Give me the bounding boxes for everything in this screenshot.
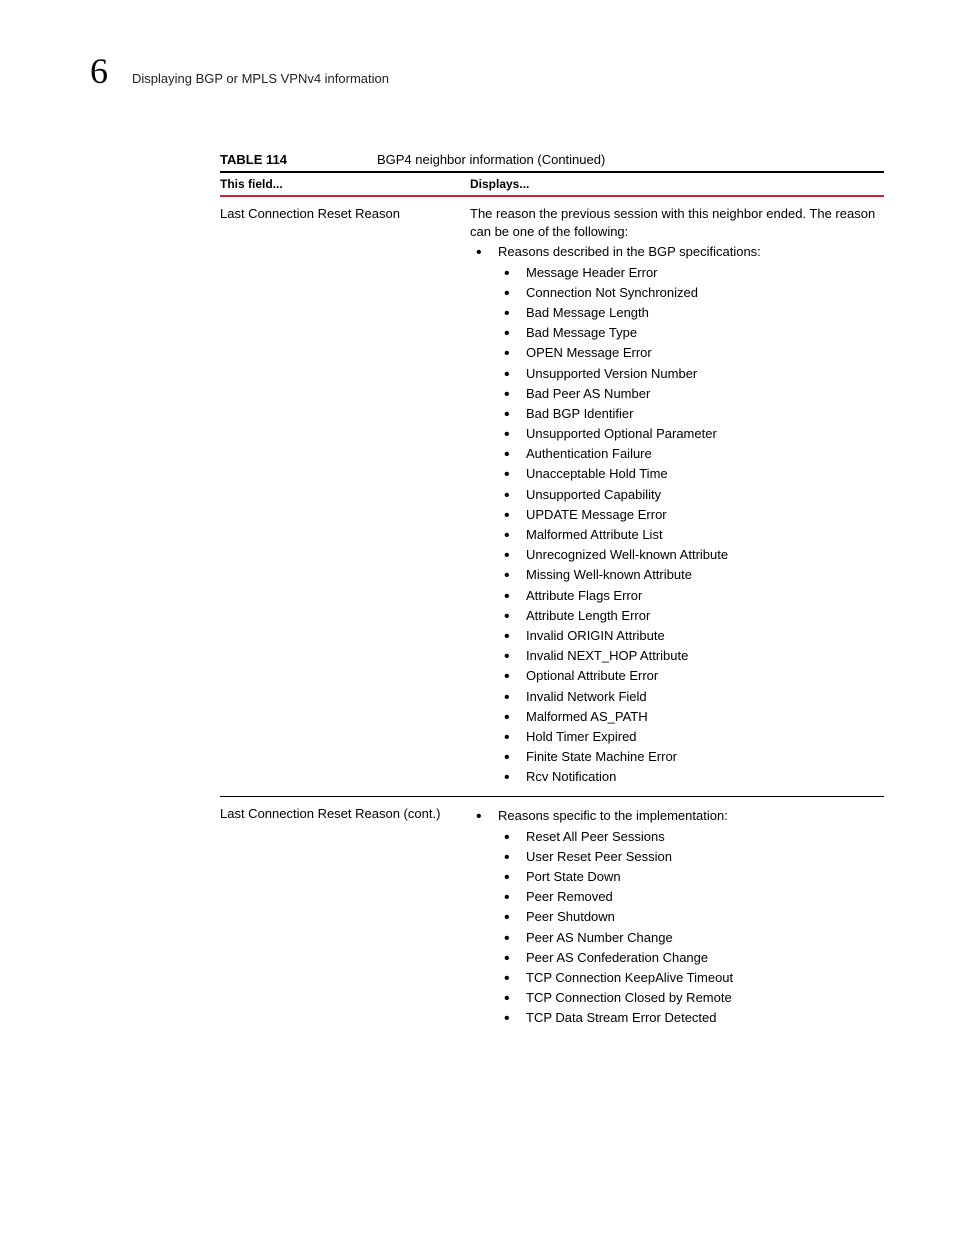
list-item: Optional Attribute Error [498, 667, 884, 685]
list-item: Attribute Flags Error [498, 587, 884, 605]
running-title: Displaying BGP or MPLS VPNv4 information [132, 71, 389, 86]
list-item: Peer AS Confederation Change [498, 949, 884, 967]
table-title: BGP4 neighbor information (Continued) [377, 152, 605, 167]
table-label: TABLE 114 [220, 152, 287, 167]
list-item: Attribute Length Error [498, 607, 884, 625]
bullet-list: Message Header Error Connection Not Synch… [498, 264, 884, 787]
list-item: Hold Timer Expired [498, 728, 884, 746]
page: 6 Displaying BGP or MPLS VPNv4 informati… [0, 0, 954, 1088]
list-item: Bad Message Type [498, 324, 884, 342]
list-item: Invalid Network Field [498, 688, 884, 706]
field-description: The reason the previous session with thi… [470, 205, 884, 786]
list-item: Unsupported Capability [498, 486, 884, 504]
list-item: Connection Not Synchronized [498, 284, 884, 302]
table-block: TABLE 114 BGP4 neighbor information (Con… [220, 152, 884, 1038]
description-intro: The reason the previous session with thi… [470, 205, 884, 241]
bullet-list: Reasons described in the BGP specificati… [470, 243, 884, 786]
bullet-list: Reset All Peer Sessions User Reset Peer S… [498, 828, 884, 1028]
list-item: UPDATE Message Error [498, 506, 884, 524]
list-item: Malformed AS_PATH [498, 708, 884, 726]
list-item: TCP Connection KeepAlive Timeout [498, 969, 884, 987]
list-item-text: Reasons specific to the implementation: [498, 808, 728, 823]
table-caption: TABLE 114 BGP4 neighbor information (Con… [220, 152, 884, 173]
list-item: Unacceptable Hold Time [498, 465, 884, 483]
list-item: Rcv Notification [498, 768, 884, 786]
list-item: TCP Connection Closed by Remote [498, 989, 884, 1007]
list-item-text: Reasons described in the BGP specificati… [498, 244, 761, 259]
list-item: Peer Shutdown [498, 908, 884, 926]
list-item: Bad Message Length [498, 304, 884, 322]
list-item: Invalid NEXT_HOP Attribute [498, 647, 884, 665]
list-item: Reset All Peer Sessions [498, 828, 884, 846]
table-row: Last Connection Reset ReasonThe reason t… [220, 197, 884, 797]
list-item: Reasons specific to the implementation: R… [470, 807, 884, 1027]
col-header-displays: Displays... [470, 177, 884, 191]
list-item: Authentication Failure [498, 445, 884, 463]
table-body: Last Connection Reset ReasonThe reason t… [220, 197, 884, 1038]
list-item: Peer Removed [498, 888, 884, 906]
list-item: Unsupported Version Number [498, 365, 884, 383]
list-item: Message Header Error [498, 264, 884, 282]
page-header: 6 Displaying BGP or MPLS VPNv4 informati… [90, 50, 884, 92]
list-item: OPEN Message Error [498, 344, 884, 362]
field-name: Last Connection Reset Reason (cont.) [220, 805, 470, 1027]
list-item: Malformed Attribute List [498, 526, 884, 544]
col-header-field: This field... [220, 177, 470, 191]
list-item: Bad BGP Identifier [498, 405, 884, 423]
table-row: Last Connection Reset Reason (cont.)Reas… [220, 797, 884, 1037]
list-item: User Reset Peer Session [498, 848, 884, 866]
list-item: Bad Peer AS Number [498, 385, 884, 403]
list-item: Unrecognized Well-known Attribute [498, 546, 884, 564]
list-item: Finite State Machine Error [498, 748, 884, 766]
list-item: Invalid ORIGIN Attribute [498, 627, 884, 645]
field-name: Last Connection Reset Reason [220, 205, 470, 786]
bullet-list: Reasons specific to the implementation: R… [470, 807, 884, 1027]
list-item: Peer AS Number Change [498, 929, 884, 947]
list-item: Unsupported Optional Parameter [498, 425, 884, 443]
table-header-row: This field... Displays... [220, 173, 884, 197]
list-item: Port State Down [498, 868, 884, 886]
list-item: Missing Well-known Attribute [498, 566, 884, 584]
field-description: Reasons specific to the implementation: R… [470, 805, 884, 1027]
list-item: TCP Data Stream Error Detected [498, 1009, 884, 1027]
chapter-number: 6 [90, 50, 108, 92]
list-item: Reasons described in the BGP specificati… [470, 243, 884, 786]
